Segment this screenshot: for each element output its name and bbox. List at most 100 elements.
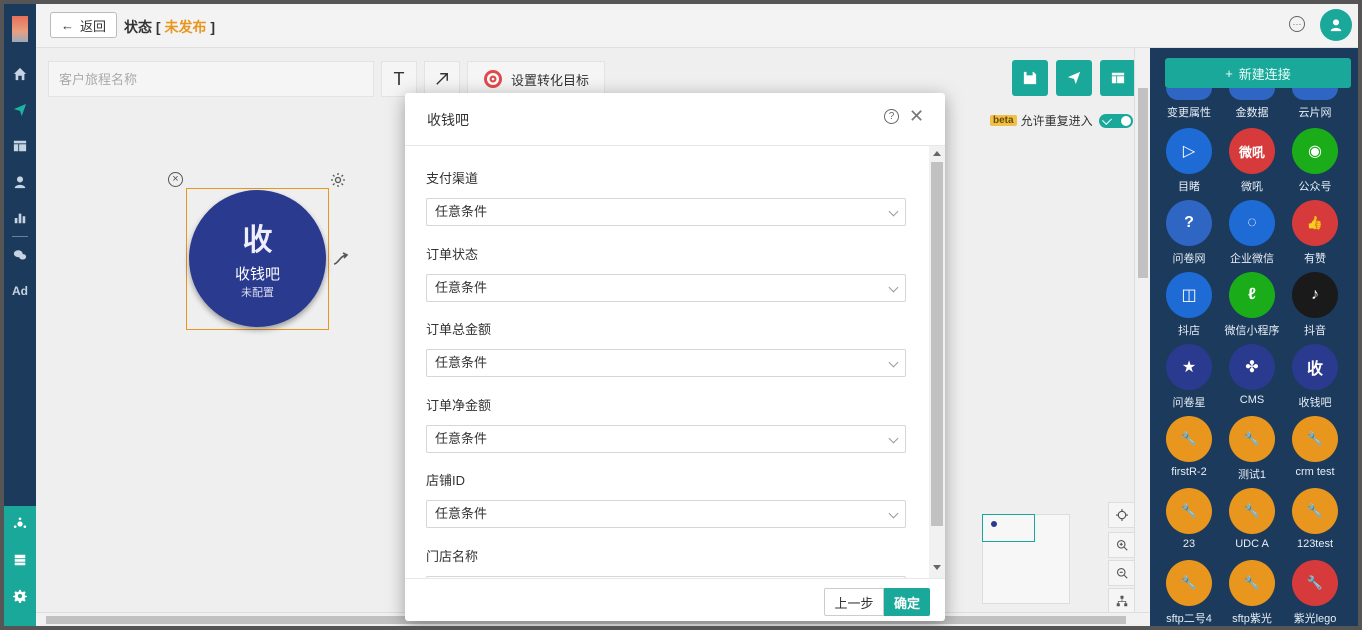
palette-item[interactable]: 🔧 sftp二号4 bbox=[1158, 560, 1220, 626]
palette-item[interactable]: 微吼 微吼 bbox=[1221, 128, 1283, 194]
palette-item-label: sftp二号4 bbox=[1166, 613, 1212, 625]
palette-item[interactable]: 🔧 23 bbox=[1158, 488, 1220, 550]
condition-select[interactable]: 任意条件 bbox=[426, 349, 906, 377]
select-value: 任意条件 bbox=[435, 506, 488, 521]
filter-field: 门店名称 bbox=[426, 546, 906, 578]
palette-item[interactable]: 🔧 crm test bbox=[1284, 416, 1346, 478]
fit-view-button[interactable] bbox=[1108, 588, 1136, 614]
chat-icon[interactable]: ··· bbox=[1289, 16, 1305, 32]
user-icon[interactable] bbox=[4, 164, 36, 200]
crosshair-icon bbox=[1116, 509, 1128, 521]
connector-icon: ♪ bbox=[1292, 272, 1338, 318]
save-button[interactable] bbox=[1012, 60, 1048, 96]
palette-item-label: 云片网 bbox=[1298, 107, 1332, 119]
palette-item[interactable]: 🔧 测试1 bbox=[1221, 416, 1283, 482]
scroll-thumb[interactable] bbox=[931, 162, 943, 526]
connector-icon: 🔧 bbox=[1229, 416, 1275, 462]
wechat-icon[interactable] bbox=[4, 237, 36, 273]
integration-icon[interactable] bbox=[4, 506, 36, 542]
close-icon[interactable]: ✕ bbox=[909, 106, 924, 127]
palette-item[interactable]: 云片网 bbox=[1284, 88, 1346, 120]
app-logo bbox=[12, 16, 28, 42]
condition-select[interactable]: 任意条件 bbox=[426, 424, 906, 453]
palette-item-label: 问卷星 bbox=[1172, 397, 1206, 409]
condition-select[interactable]: 任意条件 bbox=[426, 198, 906, 226]
layout-icon[interactable] bbox=[4, 128, 36, 164]
avatar[interactable] bbox=[1320, 9, 1352, 41]
allow-reentry: beta 允许重复进入 bbox=[990, 112, 1133, 129]
field-label: 门店名称 bbox=[426, 548, 479, 564]
palette-item[interactable]: ▷ 目睹 bbox=[1158, 128, 1220, 194]
new-connection-label: 新建连接 bbox=[1238, 66, 1291, 82]
chart-icon[interactable] bbox=[4, 200, 36, 236]
send-icon bbox=[1067, 71, 1081, 85]
palette-item[interactable]: 🔧 sftp紫光 bbox=[1221, 560, 1283, 626]
sitemap-icon bbox=[1116, 595, 1128, 607]
journey-node[interactable]: 收 收钱吧 未配置 bbox=[189, 190, 326, 327]
back-button[interactable]: ← 返回 bbox=[50, 12, 118, 38]
palette-item-label: firstR-2 bbox=[1171, 466, 1207, 478]
palette-item[interactable]: ★ 问卷星 bbox=[1158, 344, 1220, 410]
palette-item[interactable]: ✤ CMS bbox=[1221, 344, 1283, 406]
text-tool-button[interactable]: T bbox=[381, 61, 417, 97]
palette-item[interactable]: 🔧 firstR-2 bbox=[1158, 416, 1220, 478]
previous-step-button[interactable]: 上一步 bbox=[824, 588, 884, 616]
settings-icon[interactable] bbox=[4, 578, 36, 614]
new-connection-button[interactable]: + 新建连接 bbox=[1165, 58, 1351, 88]
node-gear-icon[interactable] bbox=[330, 172, 346, 191]
help-icon[interactable]: ? bbox=[884, 109, 899, 124]
palette-item[interactable]: 金数据 bbox=[1221, 88, 1283, 120]
status-close: ] bbox=[210, 19, 216, 35]
condition-select[interactable]: 任意条件 bbox=[426, 500, 906, 528]
canvas-vertical-scrollbar[interactable] bbox=[1134, 48, 1150, 614]
select-value: 任意条件 bbox=[435, 430, 488, 446]
palette-item[interactable]: ? 问卷网 bbox=[1158, 200, 1220, 266]
field-label: 订单净金额 bbox=[426, 397, 492, 413]
journey-icon[interactable] bbox=[4, 92, 36, 128]
scroll-thumb[interactable] bbox=[1138, 88, 1148, 278]
node-delete-icon[interactable]: × bbox=[168, 172, 183, 187]
node-glyph: 收 bbox=[242, 224, 273, 257]
confirm-button[interactable]: 确定 bbox=[884, 588, 930, 616]
ad-icon[interactable]: Ad bbox=[4, 273, 36, 309]
minimap-viewport[interactable] bbox=[982, 514, 1035, 542]
connector-icon: 收 bbox=[1292, 344, 1338, 390]
dialog-title: 收钱吧 bbox=[427, 112, 469, 128]
palette-item-label: 公众号 bbox=[1298, 181, 1332, 193]
dialog-divider bbox=[405, 578, 945, 579]
set-goal-button[interactable]: 设置转化目标 bbox=[467, 61, 605, 97]
publish-button[interactable] bbox=[1056, 60, 1092, 96]
palette-item[interactable]: 🔧 UDC A bbox=[1221, 488, 1283, 550]
condition-select[interactable]: 任意条件 bbox=[426, 273, 906, 302]
palette-item[interactable]: ◉ 公众号 bbox=[1284, 128, 1346, 194]
layout-button[interactable] bbox=[1100, 60, 1136, 96]
home-icon[interactable] bbox=[4, 56, 36, 92]
beta-badge: beta bbox=[990, 115, 1017, 126]
database-icon[interactable] bbox=[4, 542, 36, 578]
palette-item[interactable]: ℓ 微信小程序 bbox=[1221, 272, 1283, 338]
scroll-down-icon[interactable] bbox=[933, 565, 941, 570]
select-value: 任意条件 bbox=[435, 355, 488, 370]
journey-name-input[interactable] bbox=[48, 61, 374, 97]
palette-item[interactable]: 👍 有赞 bbox=[1284, 200, 1346, 266]
zoom-out-button[interactable] bbox=[1108, 560, 1136, 586]
palette-item-label: 微信小程序 bbox=[1224, 325, 1280, 337]
palette-item[interactable]: 🔧 123test bbox=[1284, 488, 1346, 550]
locate-button[interactable] bbox=[1108, 502, 1136, 528]
zoom-in-button[interactable] bbox=[1108, 532, 1136, 558]
palette-item[interactable]: 收收钱吧 bbox=[1284, 344, 1346, 410]
connector-icon: 🔧 bbox=[1229, 488, 1275, 534]
arrow-diagonal-icon bbox=[436, 73, 448, 85]
palette-item[interactable]: 变更属性 bbox=[1158, 88, 1220, 120]
palette-item[interactable]: ♪ 抖音 bbox=[1284, 272, 1346, 338]
palette-item[interactable]: ◌ 企业微信 bbox=[1221, 200, 1283, 266]
chevron-down-icon bbox=[888, 508, 899, 519]
palette-item[interactable]: 🔧 紫光lego bbox=[1284, 560, 1346, 626]
connector-palette: + 新建连接 变更属性 金数据云片网 ▷ 目睹 微吼 微吼 ◉ 公众号 ? 问卷网 ◌ 企业微信 👍 有赞… bbox=[1150, 48, 1358, 626]
arrow-tool-button[interactable] bbox=[424, 61, 460, 97]
allow-reentry-toggle[interactable] bbox=[1098, 113, 1133, 128]
palette-item[interactable]: ◫ 抖店 bbox=[1158, 272, 1220, 338]
node-connect-icon[interactable] bbox=[332, 252, 350, 269]
scroll-up-icon[interactable] bbox=[933, 151, 941, 156]
dialog-scrollbar[interactable] bbox=[929, 146, 945, 578]
